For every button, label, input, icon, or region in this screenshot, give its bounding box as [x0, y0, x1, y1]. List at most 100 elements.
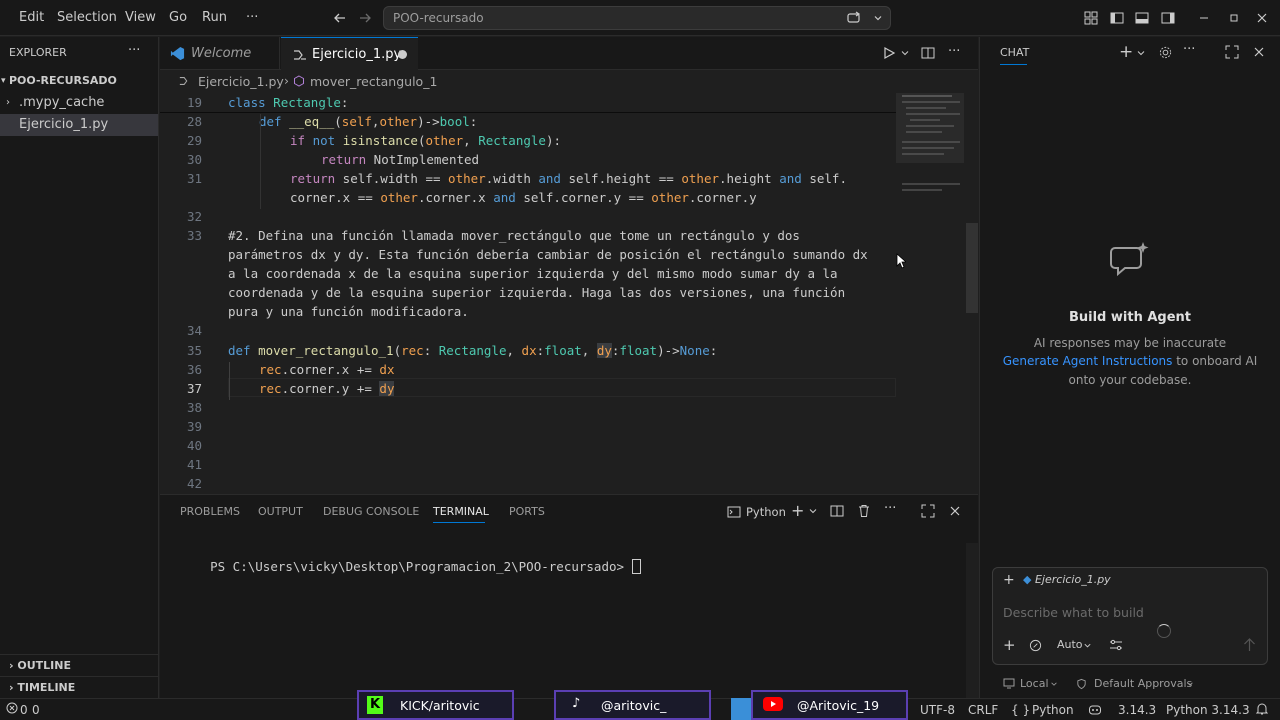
tab-terminal[interactable]: TERMINAL: [433, 505, 489, 518]
terminal-icon: [727, 505, 741, 519]
error-icon[interactable]: [6, 702, 18, 714]
chat-input-box[interactable]: + ◆ Ejercicio_1.py Describe what to buil…: [992, 567, 1268, 665]
toggle-primary-sidebar-icon[interactable]: [1109, 10, 1125, 26]
gear-icon[interactable]: [1158, 45, 1173, 60]
minimap-line: [910, 119, 940, 121]
forward-arrow-icon[interactable]: [357, 10, 373, 26]
maximize-panel-icon[interactable]: [921, 504, 935, 518]
notifications-bell-icon[interactable]: [1256, 702, 1268, 715]
code-line-37: rec.corner.y += dy: [259, 381, 395, 396]
copilot-status-icon[interactable]: [1088, 702, 1102, 716]
editor-more-icon[interactable]: ···: [948, 44, 960, 59]
youtube-overlay: @Aritovic_19: [751, 690, 908, 720]
panel-more-icon[interactable]: ···: [884, 501, 896, 516]
code-line-36: rec.corner.x += dx: [259, 362, 395, 377]
tab-debug-console[interactable]: DEBUG CONSOLE: [323, 505, 419, 518]
context-file-label: Ejercicio_1.py: [1034, 573, 1111, 586]
terminal-scrollbar[interactable]: [966, 543, 978, 698]
tab-output[interactable]: OUTPUT: [258, 505, 303, 518]
line-endings[interactable]: CRLF: [968, 703, 998, 717]
chevron-down-icon[interactable]: [1136, 48, 1146, 58]
comment-line: parámetros dx y dy. Esta función debería…: [228, 247, 868, 262]
tab-welcome[interactable]: Welcome: [160, 37, 280, 70]
tree-item-ejercicio[interactable]: Ejercicio_1.py: [0, 114, 158, 136]
run-icon[interactable]: [882, 46, 896, 60]
menu-edit[interactable]: Edit: [19, 10, 44, 25]
menu-more[interactable]: ···: [246, 10, 258, 25]
python-interpreter[interactable]: Python 3.14.3: [1166, 703, 1250, 717]
menu-selection[interactable]: Selection: [57, 10, 117, 25]
chevron-down-icon[interactable]: [1083, 641, 1092, 650]
explorer-more-icon[interactable]: ···: [128, 43, 140, 58]
code-line-19: class Rectangle:: [228, 95, 349, 110]
chat-input-placeholder[interactable]: Describe what to build: [1003, 605, 1144, 620]
code-line-31-wrap: corner.x == other.corner.x and self.corn…: [290, 190, 757, 205]
chevron-down-icon[interactable]: [1050, 680, 1058, 688]
outline-section[interactable]: › OUTLINE: [0, 654, 158, 676]
maximize-chat-icon[interactable]: [1225, 45, 1239, 59]
copilot-icon[interactable]: [846, 10, 862, 26]
problems-count[interactable]: 0: [20, 703, 28, 717]
split-terminal-icon[interactable]: [830, 504, 844, 518]
tools-icon[interactable]: [1029, 639, 1042, 652]
split-editor-icon[interactable]: [921, 46, 935, 60]
toggle-secondary-sidebar-icon[interactable]: [1160, 10, 1176, 26]
breadcrumb-symbol[interactable]: mover_rectangulo_1: [310, 74, 437, 89]
minimize-icon[interactable]: [1196, 10, 1212, 26]
location-selector[interactable]: Local: [1020, 677, 1049, 690]
tab-problems[interactable]: PROBLEMS: [180, 505, 240, 518]
chevron-down-icon[interactable]: [900, 48, 910, 58]
minimap[interactable]: [896, 93, 964, 493]
tab-ports[interactable]: PORTS: [509, 505, 545, 518]
minimap-line: [902, 141, 960, 143]
command-center[interactable]: POO-recursado: [383, 6, 891, 30]
folder-header[interactable]: ▾ POO-RECURSADO: [0, 70, 158, 92]
send-arrow-icon[interactable]: [1243, 638, 1256, 652]
timeline-section[interactable]: › TIMELINE: [0, 676, 158, 698]
mode-selector[interactable]: Auto: [1057, 638, 1083, 651]
generate-instructions-link[interactable]: Generate Agent Instructions: [1003, 354, 1173, 368]
new-terminal-icon[interactable]: +: [791, 501, 804, 520]
terminal-shell-label[interactable]: Python: [746, 505, 786, 519]
context-file-chip[interactable]: ◆ Ejercicio_1.py: [1017, 572, 1117, 590]
chevron-down-icon[interactable]: [808, 506, 818, 516]
menu-view[interactable]: View: [125, 10, 156, 25]
tree-item-mypy-cache[interactable]: › .mypy_cache: [0, 92, 158, 114]
language-mode[interactable]: Python: [1032, 703, 1074, 717]
restore-icon[interactable]: [1226, 10, 1242, 26]
close-chat-icon[interactable]: [1252, 45, 1266, 59]
chevron-down-icon[interactable]: [872, 12, 884, 24]
approvals-selector[interactable]: Default Approvals: [1094, 677, 1192, 690]
chevron-right-icon: ›: [284, 73, 289, 88]
code-line-30: return NotImplemented: [321, 152, 480, 167]
settings-sliders-icon[interactable]: [1109, 639, 1123, 652]
close-panel-icon[interactable]: [948, 504, 962, 518]
terminal-output[interactable]: PS C:\Users\vicky\Desktop\Programacion_2…: [180, 544, 641, 589]
chevron-down-icon[interactable]: [1186, 680, 1194, 688]
attach-icon[interactable]: +: [1003, 636, 1016, 654]
editor-scrollbar[interactable]: [966, 223, 978, 313]
python-version[interactable]: 3.14.3: [1118, 703, 1156, 717]
chat-more-icon[interactable]: ···: [1183, 42, 1195, 57]
chat-instructions-rest: to onboard AI: [1172, 354, 1258, 368]
layout-customize-icon[interactable]: [1083, 10, 1099, 26]
mouse-cursor-icon: [896, 253, 906, 269]
menu-run[interactable]: Run: [202, 10, 227, 25]
add-context-icon[interactable]: +: [1003, 572, 1015, 588]
breadcrumb-file[interactable]: Ejercicio_1.py: [198, 74, 284, 89]
toggle-panel-icon[interactable]: [1134, 10, 1150, 26]
code-line-35: def mover_rectangulo_1(rec: Rectangle, d…: [228, 343, 718, 358]
unsaved-dot-icon[interactable]: [398, 50, 407, 59]
new-chat-icon[interactable]: +: [1119, 42, 1133, 62]
tab-ejercicio[interactable]: Ejercicio_1.py: [281, 37, 418, 70]
overlay-fragment: [731, 698, 751, 720]
minimap-line: [902, 147, 954, 149]
back-arrow-icon[interactable]: [332, 10, 348, 26]
close-window-icon[interactable]: [1254, 10, 1270, 26]
chevron-right-icon: ›: [6, 97, 10, 108]
menu-go[interactable]: Go: [169, 10, 187, 25]
warnings-count[interactable]: 0: [32, 703, 40, 717]
encoding[interactable]: UTF-8: [920, 703, 955, 717]
trash-icon[interactable]: [857, 504, 871, 518]
code-editor[interactable]: 19 28 29 30 31 32 33 34 35 36 37 38 39 4…: [160, 93, 978, 493]
